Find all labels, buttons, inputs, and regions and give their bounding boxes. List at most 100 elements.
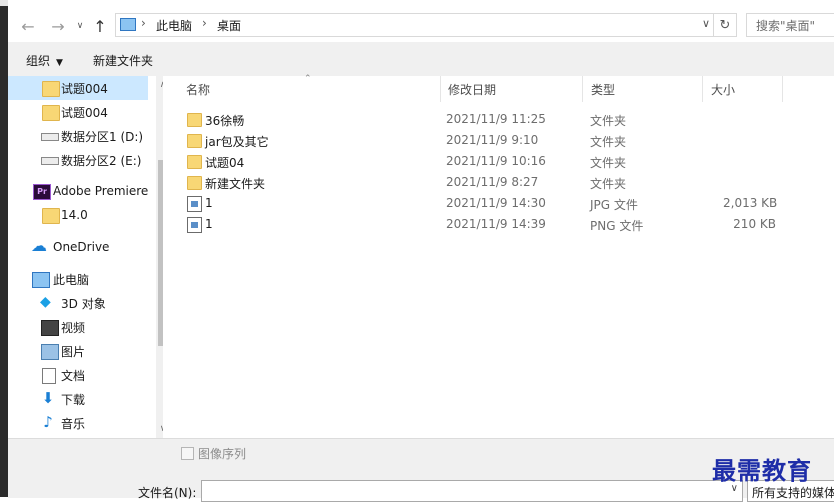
downloads-icon: ⬇ xyxy=(41,389,55,407)
folder-icon xyxy=(42,105,60,121)
scroll-up-icon[interactable]: ∧ xyxy=(156,78,163,92)
file-date: 2021/11/9 10:16 xyxy=(446,154,546,168)
search-placeholder: 搜索"桌面" xyxy=(756,19,816,33)
documents-icon xyxy=(42,368,56,384)
new-folder-button[interactable]: 新建文件夹 xyxy=(93,52,153,69)
command-toolbar: 组织 ▼ 新建文件夹 xyxy=(8,42,834,77)
sidebar-item-pictures[interactable]: 图片 xyxy=(8,339,148,363)
file-row[interactable]: 36徐畅 2021/11/9 11:25 文件夹 xyxy=(183,109,803,130)
breadcrumb-separator: › xyxy=(202,16,207,30)
sidebar-item-test004-b[interactable]: 试题004 xyxy=(8,100,148,124)
scroll-down-icon[interactable]: ∨ xyxy=(156,422,163,436)
navigation-pane: 试题004 试题004 数据分区1 (D:) 数据分区2 (E:) Pr Ado… xyxy=(8,76,163,438)
onedrive-icon: ☁ xyxy=(31,236,47,255)
sidebar-item-label: 音乐 xyxy=(61,416,86,431)
file-row[interactable]: 试题04 2021/11/9 10:16 文件夹 xyxy=(183,151,803,172)
breadcrumb-desktop[interactable]: 桌面 xyxy=(217,17,241,34)
file-date: 2021/11/9 8:27 xyxy=(446,175,539,189)
sidebar-item-label: 数据分区2 (E:) xyxy=(61,153,142,168)
breadcrumb-this-pc[interactable]: 此电脑 xyxy=(156,17,192,34)
sidebar-item-onedrive[interactable]: ☁ OneDrive xyxy=(8,235,148,259)
folder-icon xyxy=(42,208,60,224)
navigation-pane-scrollbar[interactable]: ∧ ∨ xyxy=(156,76,163,438)
3d-objects-icon: ◆ xyxy=(40,294,51,310)
folder-icon xyxy=(187,155,202,169)
file-name: 1 xyxy=(205,217,213,231)
organize-button[interactable]: 组织 ▼ xyxy=(26,52,63,69)
sidebar-item-14-0[interactable]: 14.0 xyxy=(8,203,148,227)
sidebar-item-label: OneDrive xyxy=(53,240,110,254)
file-row[interactable]: 新建文件夹 2021/11/9 8:27 文件夹 xyxy=(183,172,803,193)
column-header-label: 大小 xyxy=(711,82,736,97)
forward-button[interactable]: → xyxy=(48,16,68,36)
forward-arrow-icon: → xyxy=(51,16,65,36)
file-name: 1 xyxy=(205,196,213,210)
sidebar-item-label: 数据分区1 (D:) xyxy=(61,129,144,144)
file-date: 2021/11/9 11:25 xyxy=(446,112,546,126)
file-row[interactable]: 1 2021/11/9 14:30 JPG 文件 2,013 KB xyxy=(183,193,803,214)
file-size: 2,013 KB xyxy=(723,196,778,210)
refresh-button[interactable]: ↻ xyxy=(713,14,736,36)
image-sequence-label: 图像序列 xyxy=(198,447,247,461)
this-pc-icon xyxy=(32,272,50,288)
folder-icon xyxy=(187,134,202,148)
back-arrow-icon: ← xyxy=(21,16,35,36)
file-row[interactable]: 1 2021/11/9 14:39 PNG 文件 210 KB xyxy=(183,214,803,235)
folder-icon xyxy=(187,113,202,127)
file-type: 文件夹 xyxy=(590,177,627,191)
file-list: ⌃ 名称 修改日期 类型 大小 36徐畅 2021/11/9 11:25 文件夹… xyxy=(163,74,834,438)
file-size: 210 KB xyxy=(733,217,776,231)
breadcrumb-separator: › xyxy=(141,16,146,30)
file-type: 文件夹 xyxy=(590,156,627,170)
pictures-icon xyxy=(41,344,59,360)
recent-locations-button[interactable]: ∨ xyxy=(70,16,90,36)
sidebar-item-this-pc[interactable]: 此电脑 xyxy=(8,267,148,291)
sidebar-item-downloads[interactable]: ⬇ 下载 xyxy=(8,387,148,411)
music-icon: ♪ xyxy=(43,413,53,431)
sidebar-item-label: 试题004 xyxy=(61,81,108,96)
address-bar[interactable]: › 此电脑 › 桌面 ∨ ↻ xyxy=(115,13,737,37)
navigation-bar: ← → ∨ ↑ › 此电脑 › 桌面 ∨ ↻ 搜索"桌面" xyxy=(8,8,834,42)
sidebar-item-videos[interactable]: 视频 xyxy=(8,315,148,339)
image-file-icon xyxy=(187,217,202,233)
sidebar-item-label: 试题004 xyxy=(61,105,108,120)
address-dropdown-icon[interactable]: ∨ xyxy=(702,17,710,30)
drive-icon xyxy=(41,157,59,165)
column-header-type[interactable]: 类型 xyxy=(583,76,703,102)
folder-icon xyxy=(187,176,202,190)
videos-icon xyxy=(41,320,59,336)
column-header-name[interactable]: 名称 xyxy=(178,76,441,102)
sidebar-item-adobe-premiere[interactable]: Pr Adobe Premiere xyxy=(8,179,148,203)
file-name: jar包及其它 xyxy=(205,135,269,149)
dialog-footer: 图像序列 文件名(N): ∨ 所有支持的媒体 xyxy=(8,438,834,502)
sidebar-item-label: 视频 xyxy=(61,320,86,335)
sidebar-item-label: Adobe Premiere xyxy=(53,184,149,198)
image-sequence-checkbox[interactable] xyxy=(181,447,194,460)
file-date: 2021/11/9 9:10 xyxy=(446,133,539,147)
column-header-date[interactable]: 修改日期 xyxy=(440,76,583,102)
file-name: 试题04 xyxy=(205,156,245,170)
filename-input[interactable]: ∨ xyxy=(201,480,743,502)
background-window-edge xyxy=(0,0,8,497)
file-type: 文件夹 xyxy=(590,135,627,149)
drive-icon xyxy=(41,133,59,141)
column-header-label: 修改日期 xyxy=(448,82,497,97)
column-header-size[interactable]: 大小 xyxy=(703,76,783,102)
chevron-down-icon: ∨ xyxy=(76,21,84,31)
sidebar-item-drive-d[interactable]: 数据分区1 (D:) xyxy=(8,124,148,148)
sidebar-item-3d-objects[interactable]: ◆ 3D 对象 xyxy=(8,291,148,315)
sidebar-item-label: 3D 对象 xyxy=(61,296,106,311)
watermark-logo: 最需教育 xyxy=(712,456,812,485)
sidebar-item-music[interactable]: ♪ 音乐 xyxy=(8,411,148,435)
back-button[interactable]: ← xyxy=(18,16,38,36)
sidebar-item-documents[interactable]: 文档 xyxy=(8,363,148,387)
search-input[interactable]: 搜索"桌面" xyxy=(746,13,834,37)
file-row[interactable]: jar包及其它 2021/11/9 9:10 文件夹 xyxy=(183,130,803,151)
up-arrow-icon: ↑ xyxy=(93,16,107,36)
sidebar-item-label: 此电脑 xyxy=(53,272,90,287)
folder-icon xyxy=(42,81,60,97)
up-button[interactable]: ↑ xyxy=(90,16,110,36)
sidebar-item-test004-a[interactable]: 试题004 xyxy=(8,76,148,100)
sidebar-item-drive-e[interactable]: 数据分区2 (E:) xyxy=(8,148,148,172)
file-name: 新建文件夹 xyxy=(205,177,266,191)
